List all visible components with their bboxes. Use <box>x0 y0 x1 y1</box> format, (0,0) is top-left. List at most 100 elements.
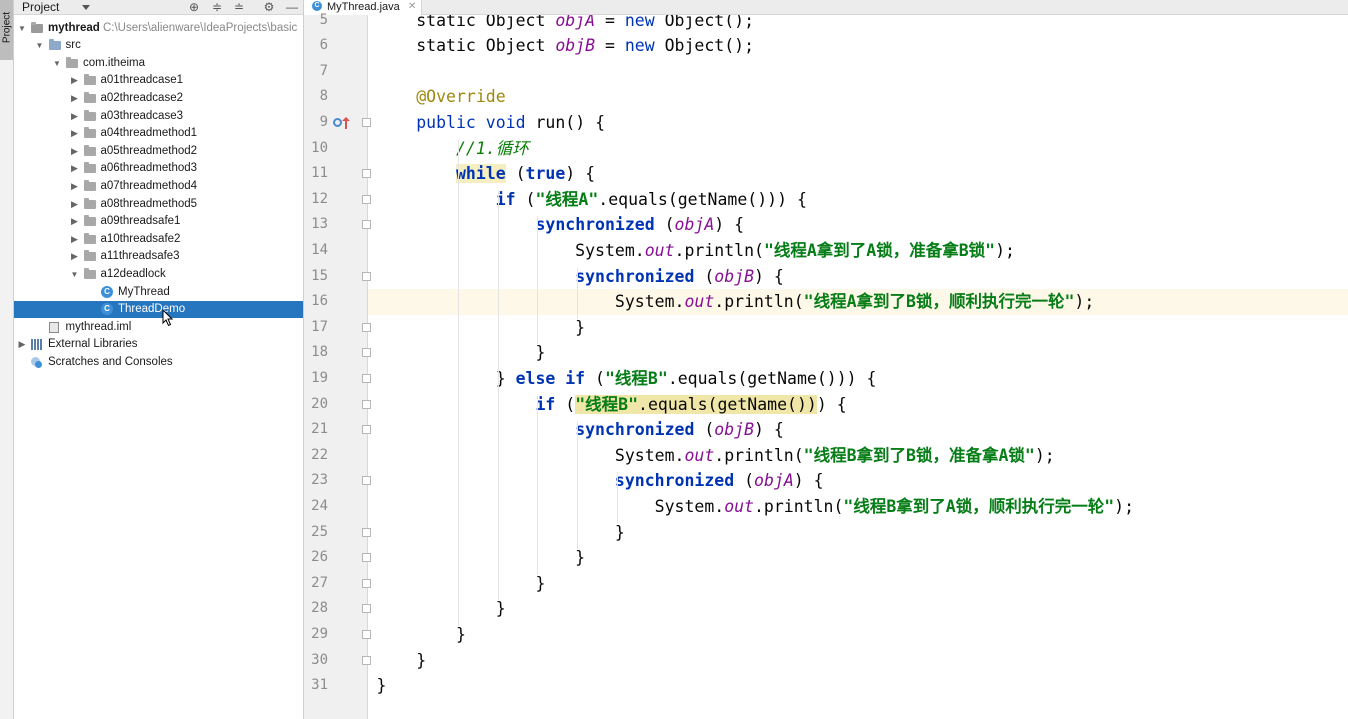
code-line[interactable]: System.out.println("线程A拿到了A锁，准备拿B锁"); <box>377 238 1015 264</box>
chevron-right-icon[interactable]: ▶ <box>17 336 27 353</box>
chevron-right-icon[interactable]: ▶ <box>70 178 80 195</box>
code-token: } <box>376 650 427 670</box>
code-token: public void <box>416 112 526 132</box>
code-line[interactable]: } <box>377 315 585 341</box>
project-panel-title[interactable]: Project <box>22 0 59 14</box>
code-line[interactable]: static Object objB = new Object(); <box>376 33 754 59</box>
tree-item-src[interactable]: ▼ src <box>14 37 303 54</box>
tree-item-MyThread[interactable]: C MyThread <box>14 284 303 301</box>
code-line[interactable]: if ("线程A".equals(getName())) { <box>377 187 807 213</box>
tree-item-a12deadlock[interactable]: ▼ a12deadlock <box>14 266 303 283</box>
code-line[interactable]: } else if ("线程B".equals(getName())) { <box>377 366 877 392</box>
chevron-right-icon[interactable]: ▶ <box>70 196 80 213</box>
indent-guide <box>497 190 499 601</box>
tree-item-a07threadmethod4[interactable]: ▶ a07threadmethod4 <box>14 178 303 195</box>
chevron-down-icon[interactable] <box>82 5 90 10</box>
gear-icon[interactable]: ⚙ <box>261 0 277 14</box>
chevron-right-icon[interactable]: ▶ <box>70 143 80 160</box>
chevron-down-icon[interactable]: ▼ <box>17 20 27 37</box>
code-line[interactable]: System.out.println("线程B拿到了B锁，准备拿A锁"); <box>377 443 1055 469</box>
tree-item-a02threadcase2[interactable]: ▶ a02threadcase2 <box>14 90 303 107</box>
tree-item-scratches[interactable]: Scratches and Consoles <box>14 354 303 371</box>
package-icon <box>83 162 96 174</box>
tree-item-label: com.itheima <box>83 56 145 69</box>
collapse-all-icon[interactable]: ≐ <box>231 0 247 14</box>
tree-item-text: a10threadsafe2 <box>101 231 181 248</box>
code-token: ) { <box>565 164 596 184</box>
code-line[interactable]: } <box>377 571 545 597</box>
code-line[interactable]: //1.循环 <box>377 136 529 162</box>
chevron-right-icon[interactable]: ▶ <box>70 72 80 89</box>
chevron-down-icon[interactable]: ▼ <box>35 37 45 54</box>
code-line[interactable]: while (true) { <box>377 161 596 187</box>
package-icon <box>83 91 96 103</box>
code-area[interactable]: static Object objA = new Object(); stati… <box>368 15 1348 719</box>
code-token: = <box>595 15 625 30</box>
tree-item-text: External Libraries <box>48 336 137 353</box>
editor-gutter[interactable]: 5 6 7 8 9 10 11 12 13 14 15 16 17 18 19 20 21 22 23 24 25 26 2… <box>304 12 371 719</box>
chevron-right-icon[interactable]: ▶ <box>70 231 80 248</box>
tree-item-a04threadmethod1[interactable]: ▶ a04threadmethod1 <box>14 125 303 142</box>
locate-icon[interactable]: ⊕ <box>186 0 202 14</box>
code-line[interactable]: public void run() { <box>377 110 605 136</box>
code-token: } <box>376 599 506 619</box>
tree-item-a05threadmethod2[interactable]: ▶ a05threadmethod2 <box>14 143 303 160</box>
code-line[interactable]: synchronized (objB) { <box>377 417 784 443</box>
tree-item-ThreadDemo[interactable]: C ThreadDemo <box>14 301 303 319</box>
tree-item-label: a03threadcase3 <box>100 109 183 122</box>
tree-item-mythread-iml[interactable]: mythread.iml <box>14 319 303 336</box>
line-number: 27 <box>311 574 328 591</box>
code-line[interactable]: @Override <box>377 84 505 110</box>
code-token: ) { <box>793 471 824 491</box>
minimize-icon[interactable]: — <box>284 0 300 14</box>
tree-item-label: a10threadsafe2 <box>100 232 181 245</box>
tree-item-a06threadmethod3[interactable]: ▶ a06threadmethod3 <box>14 160 303 177</box>
tree-item-a01threadcase1[interactable]: ▶ a01threadcase1 <box>14 72 303 89</box>
tree-item-mythread[interactable]: ▼ mythread C:\Users\alienware\IdeaProject… <box>14 20 303 37</box>
tree-item-external-libraries[interactable]: ▶ External Libraries <box>14 336 303 353</box>
code-token: "线程A" <box>535 189 599 209</box>
expand-all-icon[interactable]: ≑ <box>209 0 225 14</box>
code-token: static Object <box>376 36 556 56</box>
chevron-right-icon[interactable]: ▶ <box>70 108 80 125</box>
code-line[interactable]: } <box>377 622 466 648</box>
chevron-right-icon[interactable]: ▶ <box>70 248 80 265</box>
close-icon[interactable]: ✕ <box>408 0 416 14</box>
project-tool-tab[interactable]: Project <box>0 0 13 60</box>
code-line[interactable]: } <box>377 520 625 546</box>
code-line[interactable]: } <box>377 673 387 699</box>
code-line[interactable]: synchronized (objB) { <box>377 264 784 290</box>
code-line[interactable]: } <box>377 340 545 366</box>
code-line[interactable]: synchronized (objA) { <box>377 212 744 238</box>
code-line[interactable]: static Object objA = new Object(); <box>377 15 754 33</box>
override-method-icon[interactable] <box>333 117 342 127</box>
tree-item-text: a12deadlock <box>101 266 166 283</box>
code-line[interactable]: System.out.println("线程A拿到了B锁，顺利执行完一轮"); <box>377 289 1094 315</box>
tree-item-a11threadsafe3[interactable]: ▶ a11threadsafe3 <box>14 248 303 265</box>
code-token: out <box>644 240 675 260</box>
code-line[interactable]: } <box>377 545 585 571</box>
code-line[interactable]: synchronized (objA) { <box>377 468 824 494</box>
chevron-right-icon[interactable]: ▶ <box>70 160 80 177</box>
chevron-down-icon[interactable]: ▼ <box>70 266 80 283</box>
tree-item-com-itheima[interactable]: ▼ com.itheima <box>14 55 303 72</box>
library-icon <box>31 339 43 351</box>
code-token: //1.循环 <box>376 138 529 158</box>
code-line[interactable]: System.out.println("线程B拿到了A锁，顺利执行完一轮"); <box>377 494 1134 520</box>
tree-item-label: mythread <box>48 21 100 34</box>
chevron-right-icon[interactable]: ▶ <box>70 125 80 142</box>
tree-item-a09threadsafe1[interactable]: ▶ a09threadsafe1 <box>14 213 303 230</box>
code-line[interactable]: } <box>376 648 427 674</box>
code-token: "线程B" <box>575 394 639 414</box>
code-line[interactable]: } <box>377 596 506 622</box>
tree-item-a08threadmethod5[interactable]: ▶ a08threadmethod5 <box>14 196 303 213</box>
tree-item-a03threadcase3[interactable]: ▶ a03threadcase3 <box>14 108 303 125</box>
chevron-right-icon[interactable]: ▶ <box>70 90 80 107</box>
chevron-down-icon[interactable]: ▼ <box>52 55 62 72</box>
code-line[interactable]: if ("线程B".equals(getName())) { <box>377 392 847 418</box>
tree-item-a10threadsafe2[interactable]: ▶ a10threadsafe2 <box>14 231 303 248</box>
chevron-right-icon[interactable]: ▶ <box>70 213 80 230</box>
tree-item-text: a11threadsafe3 <box>101 248 180 265</box>
